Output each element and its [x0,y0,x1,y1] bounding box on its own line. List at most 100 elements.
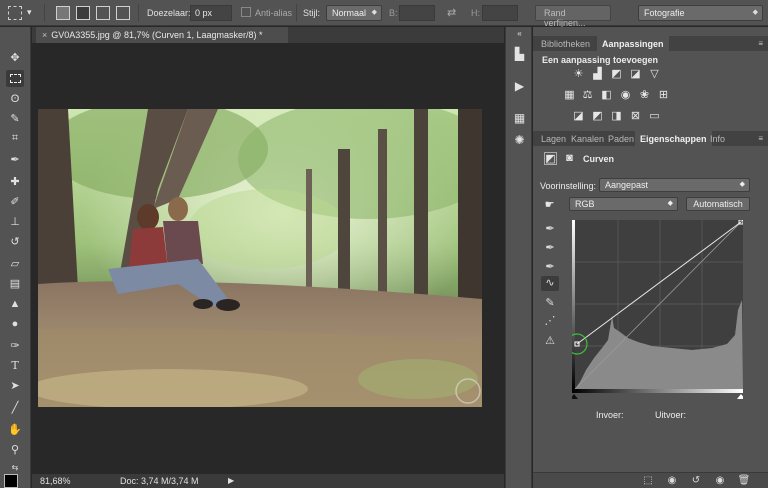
visibility-icon[interactable]: ◉ [713,475,727,487]
trash-icon[interactable]: 🗑 [737,475,751,487]
status-menu-arrow-icon[interactable]: ▶ [228,476,234,485]
dodge-icon[interactable]: ● [6,315,24,332]
marquee-icon[interactable] [6,70,24,87]
properties-bottom-bar: ⬚ ◉ ↺ ◉ 🗑 [533,472,768,488]
clip-to-layer-icon[interactable]: ⬚ [641,475,655,487]
antialias-checkbox[interactable] [241,7,251,17]
auto-button[interactable]: Automatisch [686,197,750,211]
gradient-icon[interactable]: ▤ [6,275,24,292]
stamp-icon[interactable]: ⊥ [6,213,24,230]
style-select[interactable]: Normaal ◆ [326,5,382,21]
style-label: Stijl: [303,8,321,18]
preset-select[interactable]: Aangepast ◆ [599,178,750,192]
tab-eigenschappen[interactable]: Eigenschappen [635,131,712,146]
edit-points-icon[interactable]: ∿ [541,276,559,291]
exposure-icon[interactable]: ◪ [629,68,642,81]
brush-icon[interactable]: ✐ [6,193,24,210]
vibrance-icon[interactable]: ▽ [648,68,661,81]
quick-select-icon[interactable]: ✎ [6,110,24,127]
panel-menu-icon[interactable]: ≡ [758,134,763,143]
curves-adjustment-icon[interactable]: ◩ [544,152,557,165]
levels-icon[interactable]: ▟ [591,68,604,81]
posterize-icon[interactable]: ◩ [591,110,604,123]
hue-saturation-icon[interactable]: ▦ [563,89,576,102]
adjustments-heading: Een aanpassing toevoegen [542,55,659,65]
curves-histogram [566,219,744,390]
draw-curve-icon[interactable]: ✎ [541,296,559,311]
move-icon[interactable]: ✥ [6,49,24,66]
gray-point-eyedropper-icon[interactable]: ✒ [541,241,559,256]
blur-icon[interactable]: ▲ [6,295,24,312]
hand-icon[interactable]: ✋ [6,421,24,438]
healing-icon[interactable]: ✚ [6,173,24,190]
view-previous-state-icon[interactable]: ◉ [665,475,679,487]
crop-icon[interactable]: ⌗ [6,130,24,147]
new-selection-icon[interactable] [56,6,70,20]
black-white-icon[interactable]: ◧ [600,89,613,102]
channel-select[interactable]: RGB ◆ [569,197,678,211]
photo-filter-icon[interactable]: ◉ [619,89,632,102]
target-adjust-hand-icon[interactable]: ☛ [543,199,556,212]
width-input[interactable] [399,5,435,21]
refine-edge-button[interactable]: Rand verfijnen... [535,5,611,28]
chevron-down-icon[interactable]: ▾ [27,7,32,18]
add-to-selection-icon[interactable] [76,6,90,20]
height-input[interactable] [482,5,518,21]
tab-info[interactable]: Info [705,131,730,146]
divider [138,4,139,22]
brightness-icon[interactable]: ☀ [572,68,585,81]
layer-mask-icon[interactable]: ◙ [563,152,576,165]
clone-source-icon[interactable]: ▙ [512,47,527,62]
document-photo[interactable] [38,109,482,407]
close-icon[interactable]: × [42,30,47,40]
foreground-color-swatch[interactable] [4,474,18,488]
tab-paden[interactable]: Paden [603,131,639,146]
collapsed-panel-strip: « ▙ ▶ ▦ ✺ [505,27,532,488]
play-icon[interactable]: ▶ [512,79,527,94]
pen-icon[interactable]: ✑ [6,337,24,354]
rectangle-icon[interactable]: ╱ [6,399,24,416]
type-icon[interactable]: T [6,357,24,374]
path-select-icon[interactable]: ➤ [6,377,24,394]
document-size: Doc: 3,74 M/3,74 M [120,476,199,486]
selective-color-icon[interactable]: ⊠ [629,110,642,123]
color-balance-icon[interactable]: ⚖ [581,89,594,102]
divider [44,4,45,22]
panel-menu-icon[interactable]: ≡ [758,39,763,48]
workspace-select[interactable]: Fotografie ◆ [638,5,763,21]
channel-mixer-icon[interactable]: ❀ [638,89,651,102]
curves-graph[interactable] [566,219,744,390]
brush-settings-icon[interactable]: ✺ [512,133,527,148]
status-bar: 81,68% Doc: 3,74 M/3,74 M ▶ [32,474,504,488]
reset-icon[interactable]: ↺ [689,475,703,487]
measurement-icon[interactable]: ▦ [512,111,527,126]
invert-icon[interactable]: ◪ [572,110,585,123]
tab-aanpassingen[interactable]: Aanpassingen [597,36,669,51]
input-gradient-slider[interactable] [572,389,743,399]
zoom-icon[interactable]: ⚲ [6,441,24,458]
history-brush-icon[interactable]: ↺ [6,233,24,250]
clipping-warning-icon[interactable]: ⚠ [541,334,559,349]
smooth-curve-icon[interactable]: ⋰ [541,314,559,329]
marquee-tool-preset-icon[interactable] [8,6,22,20]
tab-bibliotheken[interactable]: Bibliotheken [536,36,595,51]
curves-icon[interactable]: ◩ [610,68,623,81]
threshold-icon[interactable]: ◨ [610,110,623,123]
black-point-eyedropper-icon[interactable]: ✒ [541,222,559,237]
subtract-selection-icon[interactable] [96,6,110,20]
color-lookup-icon[interactable]: ⊞ [657,89,670,102]
gradient-map-icon[interactable]: ▭ [648,110,661,123]
feather-input[interactable]: 0 px [190,5,232,21]
swap-icon[interactable]: ⇄ [447,6,456,19]
chevron-updown-icon: ◆ [371,9,377,16]
antialias-label: Anti-alias [255,8,293,18]
collapse-arrows-icon[interactable]: « [512,29,527,44]
intersect-selection-icon[interactable] [116,6,130,20]
properties-panel-tabs: Lagen Kanalen Paden Eigenschappen Info ≡ [533,131,768,146]
lasso-icon[interactable]: ʘ [6,90,24,107]
white-point-eyedropper-icon[interactable]: ✒ [541,260,559,275]
zoom-level[interactable]: 81,68% [40,476,71,486]
eyedropper-icon[interactable]: ✒ [6,151,24,168]
eraser-icon[interactable]: ▱ [6,255,24,272]
document-tab[interactable]: × GV0A3355.jpg @ 81,7% (Curven 1, Laagmas… [36,27,288,43]
